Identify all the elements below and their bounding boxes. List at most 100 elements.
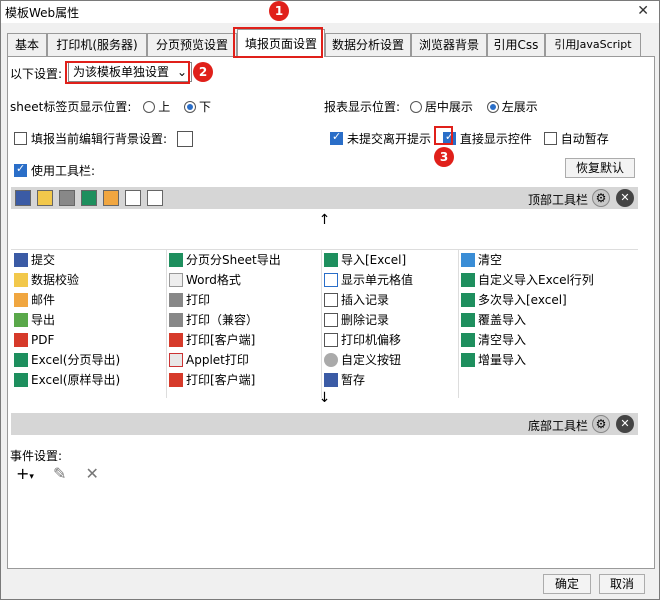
list-item[interactable]: 插入记录 xyxy=(321,290,389,310)
radio-left-label: 左展示 xyxy=(501,100,538,114)
close-icon[interactable]: ✕ xyxy=(637,3,649,19)
tab-data-analysis[interactable]: 数据分析设置 xyxy=(325,33,411,57)
list-item[interactable]: 自定义导入Excel行列 xyxy=(458,270,594,290)
list-item[interactable]: 删除记录 xyxy=(321,310,389,330)
tab-page-preview[interactable]: 分页预览设置 xyxy=(147,33,237,57)
list-item[interactable]: 打印[客户端] xyxy=(166,370,255,390)
printer-icon[interactable] xyxy=(59,190,75,206)
word-icon xyxy=(169,273,183,287)
list-item[interactable]: 打印 xyxy=(166,290,210,310)
list-item[interactable]: Applet打印 xyxy=(166,350,249,370)
list-item[interactable]: 邮件 xyxy=(11,290,55,310)
radio-sheet-bottom[interactable] xyxy=(184,101,197,113)
close-icon[interactable]: ✕ xyxy=(616,189,634,207)
tab-bar: 基本 打印机(服务器) 分页预览设置 填报页面设置 数据分析设置 浏览器背景 引… xyxy=(7,29,655,57)
restore-default-button[interactable]: 恢复默认 xyxy=(565,158,635,178)
autosave-checkbox[interactable] xyxy=(543,132,557,145)
events-label: 事件设置: xyxy=(10,449,63,463)
bottom-toolbar: 底部工具栏 ⚙ ✕ xyxy=(11,413,638,435)
direct-control-label: 直接显示控件 xyxy=(459,132,532,146)
list-item[interactable]: 多次导入[excel] xyxy=(458,290,567,310)
mail-icon[interactable] xyxy=(103,190,119,206)
delete-row-icon xyxy=(324,313,338,327)
use-toolbar-checkbox[interactable] xyxy=(14,162,27,177)
cancel-button[interactable]: 取消 xyxy=(599,574,645,594)
cell-icon xyxy=(324,273,338,287)
excel-icon[interactable] xyxy=(81,190,97,206)
list-item[interactable]: 显示单元格值 xyxy=(321,270,413,290)
printer-icon xyxy=(169,313,183,327)
list-item[interactable]: 打印[客户端] xyxy=(166,330,255,350)
list-item[interactable]: 分页分Sheet导出 xyxy=(166,250,281,270)
unsubmit-checkbox[interactable] xyxy=(330,130,343,145)
excel-icon xyxy=(461,353,475,367)
list-item[interactable]: 提交 xyxy=(11,250,55,270)
excel-icon xyxy=(461,333,475,347)
radio-center-label: 居中展示 xyxy=(424,100,473,114)
up-arrow-icon[interactable]: ↑ xyxy=(11,212,638,234)
unsubmit-label: 未提交离开提示 xyxy=(347,132,432,146)
close-icon[interactable]: ✕ xyxy=(616,415,634,433)
list-item[interactable]: Excel(原样导出) xyxy=(11,370,120,390)
pdf-icon xyxy=(14,333,28,347)
report-position-label: 报表显示位置: xyxy=(324,100,401,114)
paint-bucket-icon[interactable] xyxy=(176,131,193,147)
highlight-direct-control xyxy=(434,126,453,145)
radio-center[interactable] xyxy=(409,101,422,113)
list-item[interactable]: 数据校验 xyxy=(11,270,79,290)
list-item[interactable]: 覆盖导入 xyxy=(458,310,526,330)
mail-icon xyxy=(14,293,28,307)
list-item[interactable]: 导入[Excel] xyxy=(321,250,406,270)
eraser-icon xyxy=(461,253,475,267)
pencil-icon xyxy=(14,273,28,287)
export-icon xyxy=(14,313,28,327)
applet-icon xyxy=(169,353,183,367)
list-item[interactable]: Word格式 xyxy=(166,270,241,290)
gear-icon[interactable]: ⚙ xyxy=(592,189,610,207)
list-item[interactable]: 暂存 xyxy=(321,370,365,390)
down-arrow-icon[interactable]: ↓ xyxy=(11,390,638,412)
tab-javascript[interactable]: 引用JavaScript xyxy=(545,33,641,57)
edit-icon[interactable]: ✎ xyxy=(53,464,66,483)
radio-left[interactable] xyxy=(486,101,499,113)
gear-icon[interactable]: ⚙ xyxy=(592,415,610,433)
tab-basic[interactable]: 基本 xyxy=(7,33,47,57)
list-item[interactable]: 清空导入 xyxy=(458,330,526,350)
tab-browser-bg[interactable]: 浏览器背景 xyxy=(411,33,487,57)
list-item[interactable]: PDF xyxy=(11,330,54,350)
printer-icon xyxy=(169,293,183,307)
radio-sheet-top-label: 上 xyxy=(158,100,171,114)
list-item[interactable]: 增量导入 xyxy=(458,350,526,370)
add-icon[interactable]: + xyxy=(16,464,29,483)
window-icon[interactable] xyxy=(147,190,163,206)
pdf-icon xyxy=(169,373,183,387)
insert-row-icon[interactable] xyxy=(125,190,141,206)
fill-bg-checkbox[interactable] xyxy=(14,132,27,145)
list-item[interactable]: 清空 xyxy=(458,250,502,270)
tab-printer[interactable]: 打印机(服务器) xyxy=(47,33,147,57)
list-item[interactable]: 自定义按钮 xyxy=(321,350,401,370)
tab-css[interactable]: 引用Css xyxy=(487,33,545,57)
top-toolbar-label: 顶部工具栏 xyxy=(527,193,588,207)
window-title: 模板Web属性 xyxy=(5,6,80,20)
delete-icon[interactable]: ✕ xyxy=(86,464,99,483)
ok-button[interactable]: 确定 xyxy=(543,574,591,594)
settings-label: 以下设置: xyxy=(10,67,63,81)
badge-3: 3 xyxy=(434,147,454,167)
events-list[interactable] xyxy=(11,487,638,564)
top-toolbar: 顶部工具栏 ⚙ ✕ xyxy=(11,187,638,209)
list-item[interactable]: Excel(分页导出) xyxy=(11,350,120,370)
use-toolbar-label: 使用工具栏: xyxy=(31,164,96,178)
radio-sheet-top[interactable] xyxy=(143,101,156,113)
radio-sheet-bottom-label: 下 xyxy=(199,100,212,114)
pencil-icon[interactable] xyxy=(37,190,53,206)
title-bar: 模板Web属性 ✕ xyxy=(1,1,659,23)
badge-1: 1 xyxy=(269,1,289,21)
list-item[interactable]: 打印机偏移 xyxy=(321,330,401,350)
list-item[interactable]: 导出 xyxy=(11,310,55,330)
submit-icon xyxy=(14,253,28,267)
list-item[interactable]: 打印（兼容） xyxy=(166,310,258,330)
save-icon[interactable] xyxy=(15,190,31,206)
excel-icon xyxy=(461,293,475,307)
client-print-icon xyxy=(169,333,183,347)
